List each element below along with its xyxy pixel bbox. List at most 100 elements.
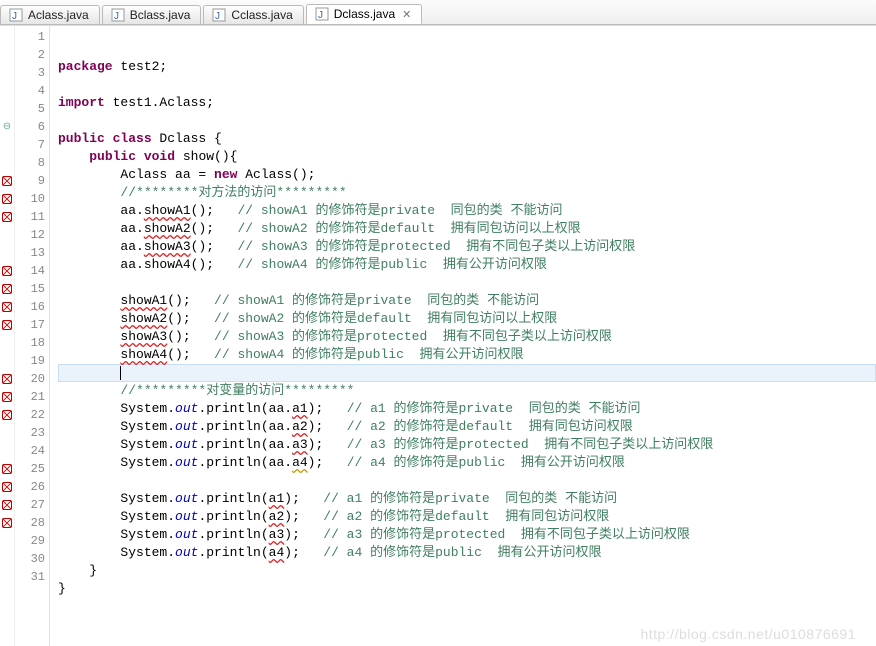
code-token: .println(aa. <box>198 419 292 434</box>
code-token: (); <box>167 347 214 362</box>
fold-icon[interactable]: ⊖ <box>3 121 11 133</box>
code-line[interactable]: System.out.println(a3); // a3 的修饰符是prote… <box>58 526 876 544</box>
line-number: 13 <box>15 244 45 262</box>
error-icon <box>1 175 13 187</box>
code-token: ); <box>284 527 323 542</box>
gutter-marker <box>0 154 14 172</box>
code-token: // showA2 的修饰符是default 拥有同包访问以上权限 <box>237 221 580 236</box>
code-line[interactable]: System.out.println(a1); // a1 的修饰符是priva… <box>58 490 876 508</box>
gutter-marker <box>0 46 14 64</box>
line-number: 11 <box>15 208 45 226</box>
code-token <box>58 149 89 164</box>
code-line[interactable]: public class Dclass { <box>58 130 876 148</box>
code-token: ); <box>284 509 323 524</box>
code-token: //*********对变量的访问********* <box>120 383 354 398</box>
line-number: 20 <box>15 370 45 388</box>
code-token <box>58 383 120 398</box>
code-token: System. <box>58 437 175 452</box>
code-token: showA3 <box>144 239 191 254</box>
code-token: (); <box>167 329 214 344</box>
code-line[interactable]: } <box>58 562 876 580</box>
gutter-marker <box>0 514 14 532</box>
code-token: out <box>175 527 198 542</box>
code-line[interactable]: System.out.println(a4); // a4 的修饰符是publi… <box>58 544 876 562</box>
code-token: ); <box>284 491 323 506</box>
code-line[interactable]: //*********对变量的访问********* <box>58 382 876 400</box>
code-token <box>58 185 120 200</box>
code-line[interactable] <box>58 472 876 490</box>
code-token: // showA3 的修饰符是protected 拥有不同包子类以上访问权限 <box>237 239 635 254</box>
error-icon <box>1 193 13 205</box>
code-token: System. <box>58 419 175 434</box>
code-line[interactable]: public void show(){ <box>58 148 876 166</box>
gutter-marker: ⊖ <box>0 118 14 136</box>
line-number: 21 <box>15 388 45 406</box>
code-line[interactable]: aa.showA1(); // showA1 的修饰符是private 同包的类… <box>58 202 876 220</box>
code-line[interactable]: import test1.Aclass; <box>58 94 876 112</box>
code-line[interactable] <box>58 112 876 130</box>
editor-tab[interactable]: J Cclass.java <box>203 5 303 24</box>
editor-tab[interactable]: J Bclass.java <box>102 5 202 24</box>
code-line[interactable]: showA3(); // showA3 的修饰符是protected 拥有不同包… <box>58 328 876 346</box>
code-editor[interactable]: ⊖ 12345678910111213141516171819202122232… <box>0 25 876 646</box>
code-token: package <box>58 59 120 74</box>
code-token: out <box>175 401 198 416</box>
line-number: 25 <box>15 460 45 478</box>
code-line[interactable]: System.out.println(aa.a2); // a2 的修饰符是de… <box>58 418 876 436</box>
code-line[interactable]: } <box>58 580 876 598</box>
code-token: ); <box>308 419 347 434</box>
gutter-marker <box>0 316 14 334</box>
code-token: } <box>58 581 66 596</box>
tab-label: Cclass.java <box>231 8 292 22</box>
code-line[interactable]: showA4(); // showA4 的修饰符是public 拥有公开访问权限 <box>58 346 876 364</box>
code-token: aa. <box>58 221 144 236</box>
code-token: test2; <box>120 59 167 74</box>
code-line[interactable]: System.out.println(aa.a3); // a3 的修饰符是pr… <box>58 436 876 454</box>
code-line[interactable] <box>58 76 876 94</box>
gutter-marker <box>0 334 14 352</box>
gutter-marker <box>0 478 14 496</box>
editor-tab[interactable]: J Aclass.java <box>0 5 100 24</box>
editor-tab-bar: J Aclass.java J Bclass.java J Cclass.jav… <box>0 0 876 25</box>
code-token: System. <box>58 527 175 542</box>
close-icon[interactable]: ✕ <box>402 8 411 21</box>
java-file-icon: J <box>315 7 329 21</box>
code-token: // showA3 的修饰符是protected 拥有不同包子类以上访问权限 <box>214 329 612 344</box>
line-number: 7 <box>15 136 45 154</box>
code-token: System. <box>58 509 175 524</box>
code-area[interactable]: package test2; import test1.Aclass; public… <box>50 26 876 646</box>
gutter-marker <box>0 280 14 298</box>
code-token: test1.Aclass; <box>113 95 214 110</box>
code-line[interactable]: showA1(); // showA1 的修饰符是private 同包的类 不能… <box>58 292 876 310</box>
code-line[interactable] <box>58 274 876 292</box>
gutter-marker <box>0 244 14 262</box>
code-token: } <box>58 563 97 578</box>
code-line[interactable] <box>58 598 876 616</box>
code-token: out <box>175 455 198 470</box>
code-token: a3 <box>269 527 285 542</box>
editor-tab-active[interactable]: J Dclass.java ✕ <box>306 4 423 24</box>
gutter-marker <box>0 550 14 568</box>
code-line[interactable]: //********对方法的访问********* <box>58 184 876 202</box>
code-token: showA4 <box>120 347 167 362</box>
line-number: 2 <box>15 46 45 64</box>
code-line[interactable]: System.out.println(aa.a1); // a1 的修饰符是pr… <box>58 400 876 418</box>
code-token: // a4 的修饰符是public 拥有公开访问权限 <box>323 545 601 560</box>
code-token: import <box>58 95 113 110</box>
code-line[interactable]: System.out.println(aa.a4); // a4 的修饰符是pu… <box>58 454 876 472</box>
code-line[interactable]: Aclass aa = new Aclass(); <box>58 166 876 184</box>
code-token: public void <box>89 149 183 164</box>
code-line[interactable]: System.out.println(a2); // a2 的修饰符是defau… <box>58 508 876 526</box>
code-token: Dclass { <box>159 131 221 146</box>
code-token: // a2 的修饰符是default 拥有同包访问权限 <box>323 509 609 524</box>
gutter-marker <box>0 496 14 514</box>
code-line[interactable]: showA2(); // showA2 的修饰符是default 拥有同包访问以… <box>58 310 876 328</box>
error-icon <box>1 481 13 493</box>
code-line[interactable]: aa.showA3(); // showA3 的修饰符是protected 拥有… <box>58 238 876 256</box>
code-token: showA1 <box>120 293 167 308</box>
code-line[interactable] <box>58 364 876 382</box>
code-token: aa. <box>58 203 144 218</box>
code-line[interactable]: aa.showA4(); // showA4 的修饰符是public 拥有公开访… <box>58 256 876 274</box>
code-line[interactable]: package test2; <box>58 58 876 76</box>
code-line[interactable]: aa.showA2(); // showA2 的修饰符是default 拥有同包… <box>58 220 876 238</box>
